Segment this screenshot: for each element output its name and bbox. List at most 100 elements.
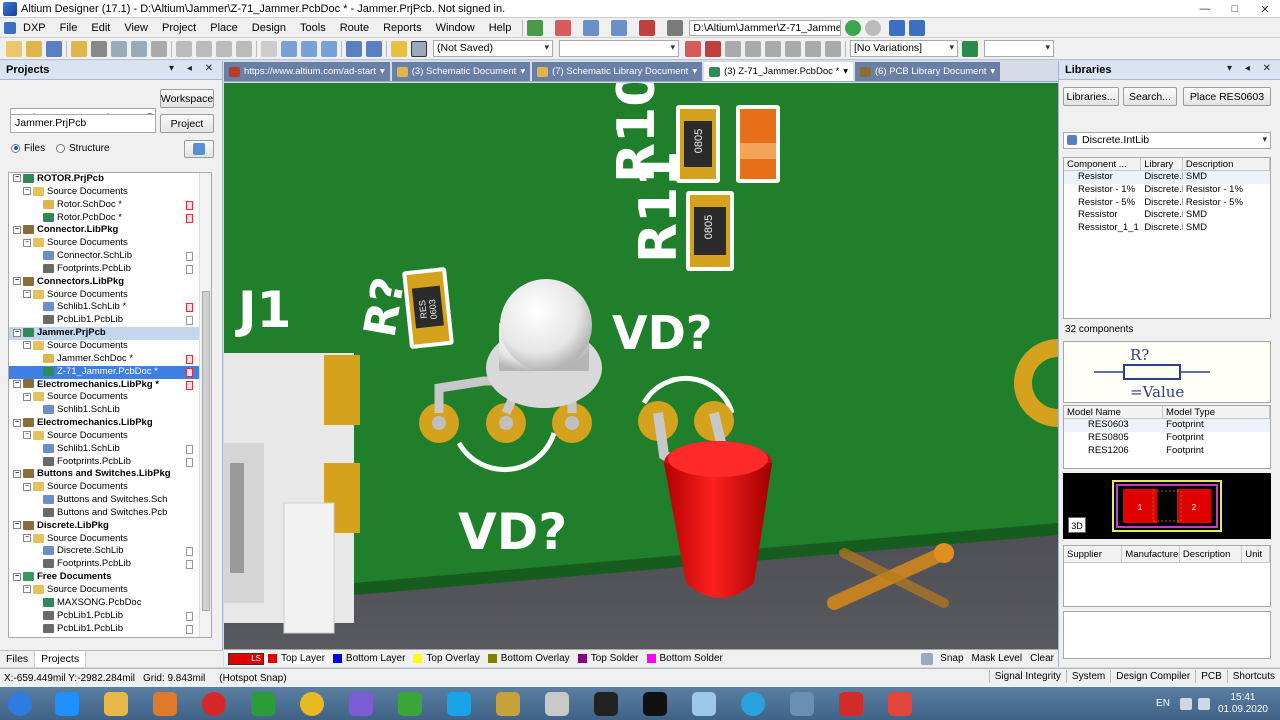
- place-component-button[interactable]: Place RES0603: [1183, 87, 1271, 106]
- library-dropdown[interactable]: Discrete.IntLib: [1063, 132, 1271, 149]
- shortcuts-button[interactable]: Shortcuts: [1226, 670, 1280, 683]
- forward-icon[interactable]: [865, 19, 882, 36]
- col-library[interactable]: Library: [1141, 158, 1183, 170]
- taskbar-telegram-button[interactable]: [733, 688, 773, 719]
- tree-item[interactable]: − Discrete.LibPkg: [9, 520, 211, 533]
- tree-item[interactable]: − Electromechanics.LibPkg *: [9, 379, 211, 392]
- select-area-icon[interactable]: [261, 40, 277, 57]
- polygon-icon[interactable]: [785, 40, 801, 57]
- current-layer-swatch[interactable]: LS: [228, 652, 264, 665]
- tree-item[interactable]: − Source Documents: [9, 391, 211, 404]
- tree-item[interactable]: − Source Documents: [9, 481, 211, 494]
- col-model-name[interactable]: Model Name: [1064, 406, 1164, 418]
- text-icon[interactable]: [805, 40, 821, 57]
- menu-dxp[interactable]: DXP: [16, 22, 53, 34]
- document-tab[interactable]: (7) Schematic Library Document ▾: [532, 62, 703, 81]
- toolbar-dropdown-3[interactable]: [984, 40, 1054, 57]
- move-icon[interactable]: [281, 40, 297, 57]
- tree-item[interactable]: PcbLib1.PcbLib: [9, 623, 211, 636]
- tree-item[interactable]: − Source Documents: [9, 237, 211, 250]
- collapse-toggle-icon[interactable]: −: [23, 238, 31, 247]
- collapse-toggle-icon[interactable]: −: [23, 290, 31, 299]
- design-compiler-button[interactable]: Design Compiler: [1110, 670, 1195, 683]
- grid-icon[interactable]: [611, 19, 628, 36]
- layer-tab[interactable]: Top Overlay: [409, 653, 483, 664]
- taskbar-notes-app-button[interactable]: [684, 688, 724, 719]
- tree-item[interactable]: Jammer.SchDoc *: [9, 353, 211, 366]
- clock[interactable]: 15:41 01.09.2020: [1218, 692, 1268, 716]
- component-icon[interactable]: [825, 40, 841, 57]
- menu-view[interactable]: View: [117, 22, 155, 34]
- menu-help[interactable]: Help: [482, 22, 519, 34]
- tree-item[interactable]: − Source Documents: [9, 289, 211, 302]
- align-icon[interactable]: [583, 19, 600, 36]
- taskbar-viber-button[interactable]: [341, 688, 381, 719]
- menu-project[interactable]: Project: [155, 22, 203, 34]
- board-icon[interactable]: [962, 40, 978, 57]
- taskbar-internet-explorer-button[interactable]: [47, 688, 87, 719]
- document-path-field[interactable]: D:\Altium\Jammer\Z-71_Jammer.F: [689, 19, 842, 36]
- menu-route[interactable]: Route: [333, 22, 376, 34]
- arc-icon[interactable]: [725, 40, 741, 57]
- tree-item[interactable]: Schlib1.SchLib *: [9, 301, 211, 314]
- tab-dropdown-icon[interactable]: ▾: [520, 66, 525, 77]
- menu-edit[interactable]: Edit: [84, 22, 117, 34]
- taskbar-calculator-button[interactable]: [537, 688, 577, 719]
- snap-button[interactable]: Snap: [936, 653, 967, 664]
- print-icon[interactable]: [91, 40, 107, 57]
- save-state-dropdown[interactable]: (Not Saved): [433, 40, 553, 57]
- layer-tab[interactable]: Bottom Solder: [643, 653, 727, 664]
- document-tab[interactable]: https://www.altium.com/ad-start ▾: [224, 62, 390, 81]
- back-icon[interactable]: [845, 19, 862, 36]
- taskbar-utorrent-button[interactable]: [390, 688, 430, 719]
- rubber-stamp-icon[interactable]: [236, 40, 252, 57]
- taskbar-anydesk-button[interactable]: [880, 688, 920, 719]
- tree-item[interactable]: Footprints.PcbLib: [9, 558, 211, 571]
- menu-place[interactable]: Place: [203, 22, 245, 34]
- document-tab[interactable]: (3) Schematic Document ▾: [391, 62, 531, 81]
- collapse-toggle-icon[interactable]: −: [13, 572, 21, 581]
- tree-item[interactable]: Footprints.PcbLib: [9, 263, 211, 276]
- collapse-toggle-icon[interactable]: −: [23, 341, 31, 350]
- minimize-button[interactable]: —: [1190, 0, 1220, 18]
- tree-item[interactable]: − Free Documents: [9, 571, 211, 584]
- taskbar-tool-app-button[interactable]: [586, 688, 626, 719]
- taskbar-media-player-button[interactable]: [145, 688, 185, 719]
- taskbar-console-button[interactable]: [635, 688, 675, 719]
- document-tab[interactable]: (3) Z-71_Jammer.PcbDoc * ▾: [704, 62, 853, 81]
- tree-item[interactable]: Z-71_Jammer.PcbDoc *: [9, 365, 211, 379]
- cut-icon[interactable]: [176, 40, 192, 57]
- highlight-icon[interactable]: [391, 40, 407, 57]
- taskbar-earth-browser-button[interactable]: [243, 688, 283, 719]
- taskbar-pdf-reader-button[interactable]: [831, 688, 871, 719]
- tree-item[interactable]: Rotor.SchDoc *: [9, 199, 211, 212]
- panel-controls[interactable]: ▾ ◂ ✕: [169, 63, 218, 74]
- collapse-toggle-icon[interactable]: −: [13, 418, 21, 427]
- 3d-toggle-button[interactable]: 3D: [1068, 517, 1086, 533]
- taskbar-installer-button[interactable]: [782, 688, 822, 719]
- collapse-toggle-icon[interactable]: −: [23, 534, 31, 543]
- collapse-toggle-icon[interactable]: −: [13, 521, 21, 530]
- layer-tab[interactable]: Top Solder: [574, 653, 643, 664]
- zoom-area-icon[interactable]: [131, 40, 147, 57]
- redo-icon[interactable]: [366, 40, 382, 57]
- tree-item[interactable]: − Connectors.LibPkg: [9, 276, 211, 289]
- tree-item[interactable]: Rotor.PcbDoc *: [9, 212, 211, 225]
- layer-tab[interactable]: Bottom Layer: [329, 653, 409, 664]
- tree-item[interactable]: − Source Documents: [9, 533, 211, 546]
- collapse-toggle-icon[interactable]: −: [13, 379, 21, 388]
- taskbar-start-orb-button[interactable]: [2, 688, 38, 719]
- tab-dropdown-icon[interactable]: ▾: [380, 66, 385, 77]
- taskbar-file-explorer-button[interactable]: [96, 688, 136, 719]
- layer-tab[interactable]: Top Layer: [264, 653, 329, 664]
- layer-sets-icon[interactable]: [921, 652, 934, 665]
- project-field[interactable]: Jammer.PrjPcb: [10, 114, 156, 133]
- copy-icon[interactable]: [196, 40, 212, 57]
- project-button[interactable]: Project: [160, 114, 214, 133]
- col-manufacturer[interactable]: Manufacturer: [1122, 546, 1180, 562]
- home-icon[interactable]: [889, 19, 906, 36]
- taskbar-chrome-button[interactable]: [292, 688, 332, 719]
- col-description[interactable]: Description: [1183, 158, 1270, 170]
- footprint-preview[interactable]: 1 2 3D: [1063, 473, 1271, 539]
- tree-item[interactable]: − Connector.LibPkg: [9, 224, 211, 237]
